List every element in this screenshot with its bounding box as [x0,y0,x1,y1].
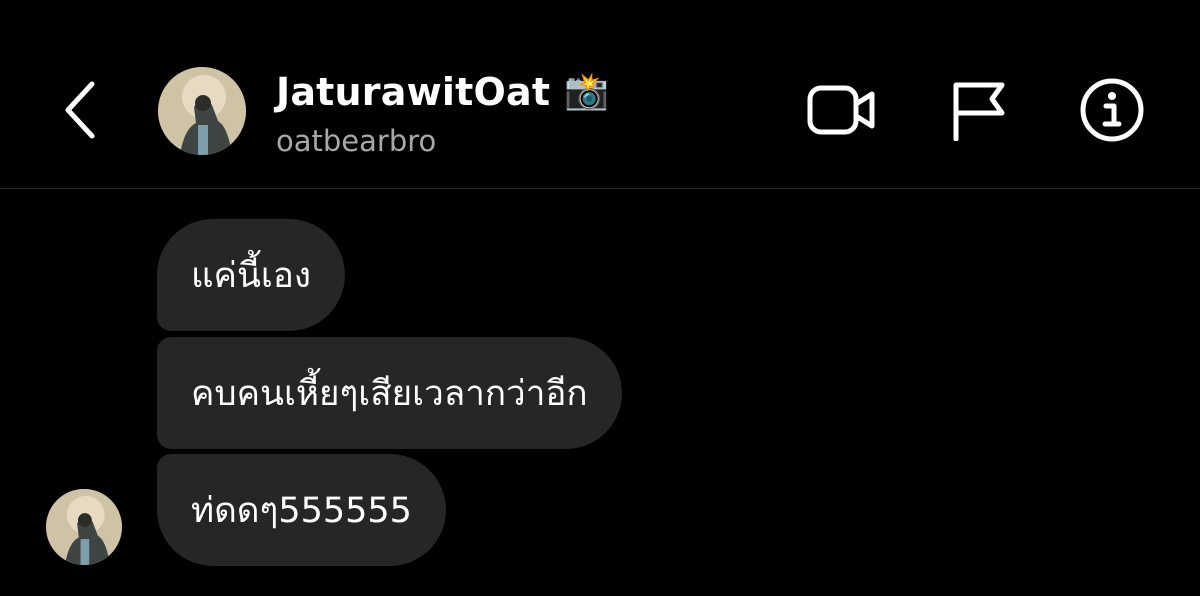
display-name-row: JaturawitOat 📸 [276,68,609,116]
video-camera-icon [807,85,875,135]
camera-flash-emoji: 📸 [564,71,610,112]
message-text: คบคนเหี้ยๆเสียเวลากว่าอีก [191,373,588,414]
flag-icon [953,82,1005,141]
message-text: แค่นี้เอง [191,255,311,296]
info-icon [1080,78,1144,142]
profile-photo [158,67,246,155]
message-bubble[interactable]: แค่นี้เอง [157,219,345,331]
back-button[interactable] [52,72,108,148]
chat-header: JaturawitOat 📸 oatbearbro [0,0,1200,189]
report-button[interactable] [942,76,1014,144]
message-bubble[interactable]: คบคนเหี้ยๆเสียเวลากว่าอีก [157,337,622,449]
avatar[interactable] [158,67,246,155]
message-text: ท่ดดๆ555555 [191,490,412,531]
info-button[interactable] [1076,76,1148,144]
username: oatbearbro [276,124,437,158]
message-bubble[interactable]: ท่ดดๆ555555 [157,454,446,566]
chevron-left-icon [65,81,95,139]
sender-avatar[interactable] [46,489,122,565]
profile-photo [46,489,122,565]
user-info[interactable]: JaturawitOat 📸 oatbearbro [276,68,609,158]
video-call-button[interactable] [806,76,878,144]
display-name: JaturawitOat [276,70,551,114]
